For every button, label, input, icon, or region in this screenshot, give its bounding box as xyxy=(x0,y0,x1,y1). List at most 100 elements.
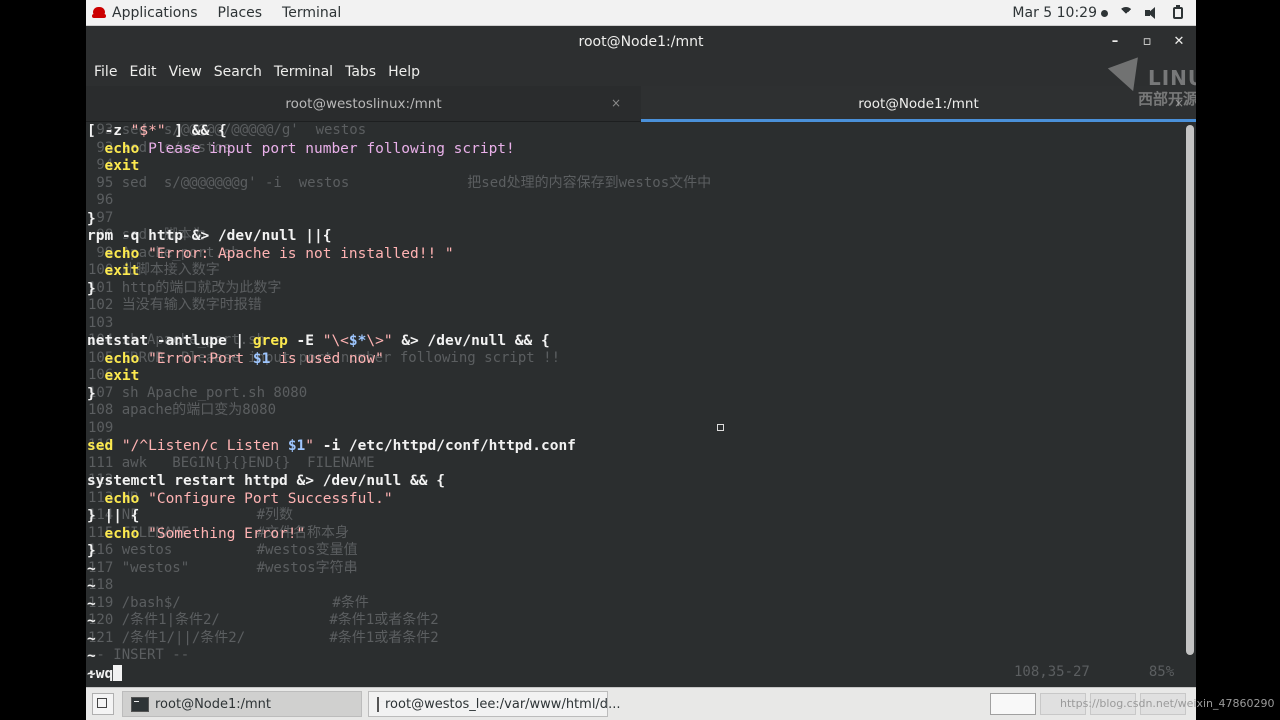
code-line: ~ xyxy=(87,648,96,665)
code-line: ~ xyxy=(87,631,96,648)
code-token: netstat -antlupe | xyxy=(87,333,253,349)
code-token: echo xyxy=(104,350,140,367)
maximize-button[interactable]: ▫ xyxy=(1138,33,1156,51)
ghost-line: 117 "westos" #westos字符串 xyxy=(88,559,358,576)
screen: Applications Places Terminal Mar 5 10:29… xyxy=(0,0,1280,720)
ghost-line: 101 http的端口就改为此数字 xyxy=(88,279,282,296)
code-line: } xyxy=(87,543,96,560)
redhat-icon xyxy=(92,6,106,19)
linux-watermark-logo: LINUX 西部开源 xyxy=(1108,56,1196,110)
code-token: ~ xyxy=(87,578,96,594)
code-token: "/^Listen/c Listen xyxy=(113,438,288,454)
system-tray: Mar 5 10:29 xyxy=(1012,4,1196,21)
code-token: Please input port number following scrip… xyxy=(139,140,515,157)
menu-tabs[interactable]: Tabs xyxy=(339,58,382,86)
terminal-viewport[interactable]: 93 sed s/@@@@@/@@@@@/g' westos 93 sed s/… xyxy=(86,122,1184,686)
menu-search[interactable]: Search xyxy=(208,58,268,86)
code-line: [ -z "$*" ] && { xyxy=(87,123,227,140)
code-token: "$*" xyxy=(130,123,166,139)
show-desktop-icon[interactable] xyxy=(92,693,114,715)
code-token: -E xyxy=(287,333,323,349)
vim-command-line[interactable]: :wq xyxy=(87,665,123,682)
taskbar-item-label: root@westos_lee:/var/www/html/d... xyxy=(385,696,621,712)
code-token: \>" xyxy=(366,333,393,349)
code-token: sed xyxy=(87,438,114,454)
menu-file[interactable]: File xyxy=(88,58,123,86)
applications-label: Applications xyxy=(112,4,198,21)
code-line: exit xyxy=(87,368,139,385)
code-line: } xyxy=(87,281,96,298)
ghost-line: 111 awk BEGIN{}{}END{} FILENAME xyxy=(88,454,375,471)
code-line: exit xyxy=(87,158,139,175)
menu-help[interactable]: Help xyxy=(382,58,426,86)
ghost-line: 96 xyxy=(88,192,114,208)
wifi-icon[interactable] xyxy=(1118,5,1134,21)
window-title: root@Node1:/mnt xyxy=(578,34,704,50)
ghost-line: 108 apache的端口变为8080 xyxy=(88,402,277,418)
terminal-scrollbar[interactable] xyxy=(1186,125,1194,655)
cursor-marker-icon xyxy=(717,424,724,431)
code-token: echo xyxy=(104,525,140,542)
code-token: $1 xyxy=(287,438,306,454)
text-cursor xyxy=(113,665,123,681)
code-line: rpm -q http &> /dev/null ||{ xyxy=(87,228,331,245)
vim-command-text: :wq xyxy=(87,666,114,682)
code-token: grep xyxy=(252,333,288,349)
tab-westoslinux[interactable]: root@westoslinux:/mnt × xyxy=(86,86,641,121)
code-token: exit xyxy=(104,263,140,279)
menu-terminal[interactable]: Terminal xyxy=(268,58,339,86)
minimize-button[interactable]: – xyxy=(1106,33,1124,51)
close-button[interactable]: ✕ xyxy=(1170,33,1188,51)
places-menu[interactable]: Places xyxy=(208,0,273,26)
terminal-app-menu[interactable]: Terminal xyxy=(272,0,351,26)
window-titlebar[interactable]: root@Node1:/mnt – ▫ ✕ xyxy=(86,26,1196,58)
ghost-line: 120 /条件1|条件2/ #条件1或者条件2 xyxy=(88,612,439,628)
watermark-credit: https://blog.csdn.net/weixin_47860290 xyxy=(1060,697,1275,710)
menu-view[interactable]: View xyxy=(163,58,208,86)
tab-close-icon[interactable]: × xyxy=(611,96,621,110)
battery-icon[interactable] xyxy=(1170,4,1186,21)
code-token: } xyxy=(87,280,96,297)
logo-subtitle: 西部开源 xyxy=(1138,90,1196,108)
terminal-icon xyxy=(131,696,149,712)
taskbar-item-node1[interactable]: root@Node1:/mnt xyxy=(122,691,362,717)
code-token: ~ xyxy=(87,595,96,612)
workspace-1[interactable] xyxy=(990,693,1036,715)
code-token: } xyxy=(87,543,96,559)
code-token: } xyxy=(87,210,96,227)
volume-icon[interactable] xyxy=(1144,5,1160,21)
desktop: Applications Places Terminal Mar 5 10:29… xyxy=(86,0,1196,720)
terminal-icon xyxy=(377,696,385,712)
ghost-line: 116 westos #westos变量值 xyxy=(88,542,358,558)
menu-edit[interactable]: Edit xyxy=(123,58,162,86)
code-token: " xyxy=(305,438,315,454)
code-token: $* xyxy=(348,333,367,349)
notification-dot-icon xyxy=(1101,9,1108,17)
code-line: sed "/^Listen/c Listen $1" -i /etc/httpd… xyxy=(87,438,576,455)
code-line: echo Please input port number following … xyxy=(87,140,515,158)
code-line: netstat -antlupe | grep -E "\<$*\>" &> /… xyxy=(87,333,550,350)
code-token: "\< xyxy=(322,333,349,349)
code-line: echo "Error: Apache is not installed!! " xyxy=(87,246,453,263)
code-token: exit xyxy=(104,368,140,384)
taskbar-item-label: root@Node1:/mnt xyxy=(155,696,272,712)
code-line: ~ xyxy=(87,578,96,595)
ghost-line: 102 当没有输入数字时报错 xyxy=(88,297,262,313)
code-token: "Something Error!" xyxy=(139,525,306,542)
taskbar-item-westos-lee[interactable]: root@westos_lee:/var/www/html/d... xyxy=(368,691,620,717)
code-token: systemctl restart httpd &> /dev/null && … xyxy=(87,473,445,489)
code-token: &> /dev/null && { xyxy=(392,333,550,349)
code-line: ~ xyxy=(87,613,96,630)
clock[interactable]: Mar 5 10:29 xyxy=(1012,5,1108,21)
applications-menu[interactable]: Applications xyxy=(86,0,208,26)
logo-word: LINUX xyxy=(1148,66,1196,90)
code-token: [ xyxy=(87,123,105,139)
code-token: "Error:Port xyxy=(139,350,253,367)
